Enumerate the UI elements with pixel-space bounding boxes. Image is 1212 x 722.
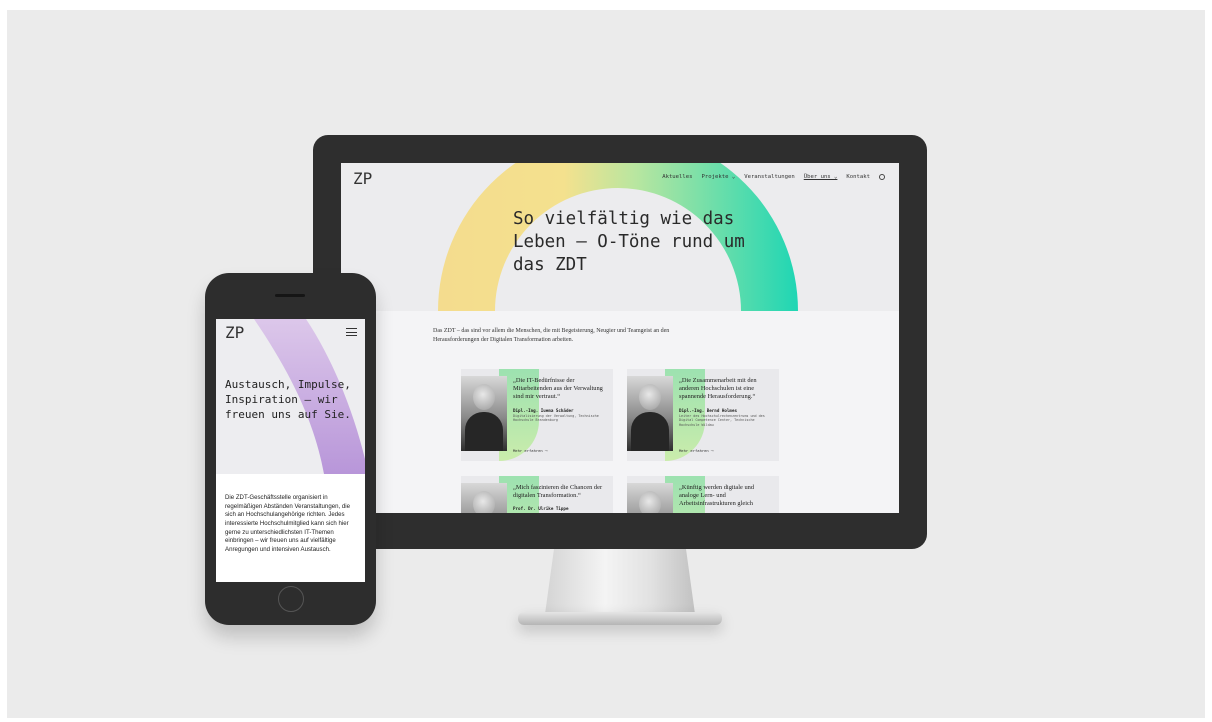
card-quote: „Die IT-Bedürfnisse der Mitarbeitenden a… xyxy=(513,377,603,400)
mobile-hero-title: Austausch, Impulse, Inspiration – wir fr… xyxy=(225,378,351,421)
hero-section: ZP Aktuelles Projekte ⌄ Veranstaltungen … xyxy=(341,163,899,311)
more-link[interactable]: Mehr erfahren ⟶ xyxy=(513,448,547,453)
home-button[interactable] xyxy=(278,586,304,612)
testimonial-card[interactable]: „Die IT-Bedürfnisse der Mitarbeitenden a… xyxy=(461,369,613,461)
portrait-photo xyxy=(627,376,673,451)
mobile-hero: ZP Austausch, Impulse, Inspiration – wir… xyxy=(216,319,365,474)
intro-text: Das ZDT – das sind vor allem die Mensche… xyxy=(433,328,670,343)
card-role: Digitalisierung der Verwaltung, Technisc… xyxy=(513,414,599,423)
search-icon[interactable] xyxy=(879,174,885,180)
desktop-monitor: ZP Aktuelles Projekte ⌄ Veranstaltungen … xyxy=(313,135,927,549)
card-name: Dipl.-Ing. Iuema Schäder xyxy=(513,408,574,413)
monitor-stand xyxy=(545,549,695,614)
nav-item-veranstaltungen[interactable]: Veranstaltungen xyxy=(744,174,795,180)
mobile-body-text: Die ZDT-Geschäftsstelle organisiert in r… xyxy=(225,494,351,553)
hero-title: So vielfältig wie das Leben – O-Töne run… xyxy=(513,209,745,275)
nav-item-ueber-uns[interactable]: Über uns ⌄ xyxy=(804,174,838,180)
nav-item-projekte[interactable]: Projekte ⌄ xyxy=(702,174,736,180)
mobile-screen: ZP Austausch, Impulse, Inspiration – wir… xyxy=(216,319,365,582)
mobile-phone: ZP Austausch, Impulse, Inspiration – wir… xyxy=(205,273,376,625)
card-quote: „Die Zusammenarbeit mit den anderen Hoch… xyxy=(679,377,757,400)
card-quote: „Künftig werden digitale und analoge Ler… xyxy=(679,484,755,507)
card-name: Prof. Dr. Ulrike Tippe xyxy=(513,506,569,511)
portrait-photo xyxy=(461,483,507,513)
desktop-screen: ZP Aktuelles Projekte ⌄ Veranstaltungen … xyxy=(341,163,899,513)
card-name: Dipl.-Ing. Bernd Holmes xyxy=(679,408,737,413)
portrait-photo xyxy=(461,376,507,451)
portrait-photo xyxy=(627,483,673,513)
nav-item-aktuelles[interactable]: Aktuelles xyxy=(662,174,692,180)
more-link[interactable]: Mehr erfahren ⟶ xyxy=(679,448,713,453)
testimonial-card[interactable]: „Mich faszinieren die Chancen der digita… xyxy=(461,476,613,513)
card-role: Leiter des Hochschulrechenzentrums und d… xyxy=(679,414,765,427)
monitor-base xyxy=(518,612,722,625)
nav-item-kontakt[interactable]: Kontakt xyxy=(846,174,870,180)
zdt-logo[interactable]: ZP xyxy=(225,325,244,341)
card-quote: „Mich faszinieren die Chancen der digita… xyxy=(513,484,603,499)
hamburger-menu-icon[interactable] xyxy=(346,328,357,336)
testimonial-card[interactable]: „Künftig werden digitale und analoge Ler… xyxy=(627,476,779,513)
main-nav: Aktuelles Projekte ⌄ Veranstaltungen Übe… xyxy=(662,174,885,180)
zdt-logo[interactable]: ZP xyxy=(353,171,372,187)
phone-speaker xyxy=(275,294,305,297)
testimonial-card[interactable]: „Die Zusammenarbeit mit den anderen Hoch… xyxy=(627,369,779,461)
